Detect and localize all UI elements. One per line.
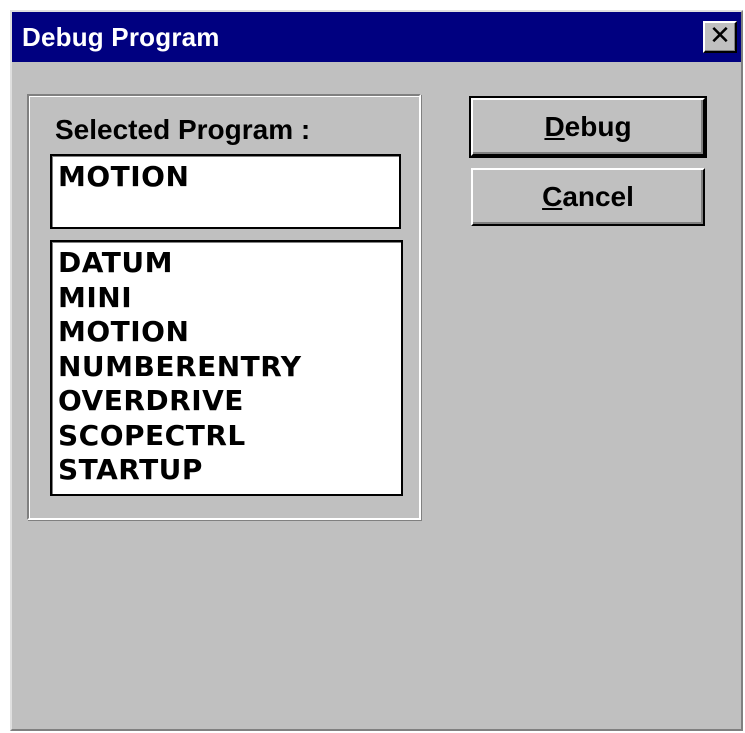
debug-button[interactable]: Debug [469, 96, 707, 158]
list-item[interactable]: SCOPECTRL [58, 419, 401, 454]
debug-button-label: ebug [564, 111, 632, 142]
selected-program-label: Selected Program : [55, 114, 311, 145]
window-title: Debug Program [22, 22, 220, 52]
list-item[interactable]: DATUM [58, 246, 401, 281]
selected-program-field[interactable]: MOTION [50, 154, 401, 229]
list-item[interactable]: STARTUP [58, 453, 401, 488]
close-button[interactable]: ✕ [703, 21, 737, 53]
close-icon: ✕ [709, 21, 731, 51]
list-item[interactable]: MOTION [58, 315, 401, 350]
list-item[interactable]: MINI [58, 281, 401, 316]
cancel-button[interactable]: Cancel [471, 168, 705, 226]
cancel-button-label: ancel [562, 181, 634, 212]
debug-button-mnemonic: D [544, 111, 565, 142]
list-item[interactable]: NUMBERENTRY [58, 350, 401, 385]
cancel-button-mnemonic: C [542, 181, 563, 212]
program-listbox[interactable]: DATUM MINI MOTION NUMBERENTRY OVERDRIVE … [50, 240, 403, 496]
list-item[interactable]: OVERDRIVE [58, 384, 401, 419]
title-bar[interactable]: Debug Program ✕ [12, 12, 741, 62]
selected-program-value: MOTION [58, 160, 190, 193]
